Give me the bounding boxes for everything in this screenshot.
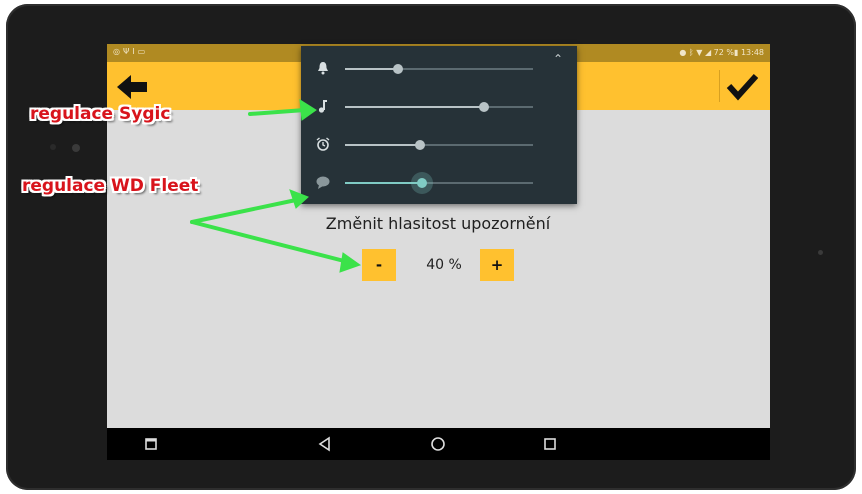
alarm-icon xyxy=(316,137,330,151)
decrease-volume-button[interactable]: - xyxy=(362,249,396,281)
usb-icon: Ψ xyxy=(122,47,133,56)
volume-panel: ⌃ xyxy=(301,46,577,204)
status-right: ● ᛒ ▼ ◢ 72 %▮ 13:48 xyxy=(679,48,764,57)
slider-thumb[interactable] xyxy=(392,64,403,74)
back-button[interactable] xyxy=(115,72,151,102)
alarm-volume-slider[interactable] xyxy=(301,126,577,164)
sensor-dot xyxy=(50,144,56,150)
slider-track xyxy=(345,102,533,112)
camera-dot xyxy=(72,144,80,152)
bluetooth-icon: ᛒ xyxy=(688,48,694,57)
media-volume-slider[interactable] xyxy=(301,88,577,126)
navigation-bar xyxy=(107,428,770,460)
battery-percent: 72 % xyxy=(713,48,734,57)
battery-icon: ▮ xyxy=(733,48,739,57)
signal-icon: ◢ xyxy=(704,48,712,57)
volume-stepper: - 40 % + xyxy=(362,249,522,281)
recents-square-icon[interactable] xyxy=(141,434,161,454)
slider-track xyxy=(345,178,533,188)
status-left-icons: ◎ΨI▭ xyxy=(113,47,148,56)
slider-fill xyxy=(345,144,421,146)
screenshot-icon: ▭ xyxy=(137,47,149,56)
speech-bubble-icon xyxy=(316,176,330,189)
location-icon: ● xyxy=(679,48,687,57)
increase-volume-button[interactable]: + xyxy=(480,249,514,281)
overview-square-icon[interactable] xyxy=(540,434,560,454)
music-note-icon xyxy=(318,100,327,113)
checkmark-icon xyxy=(726,73,759,101)
clock: 13:48 xyxy=(740,48,764,57)
volume-value: 40 % xyxy=(426,257,462,273)
home-circle-icon[interactable] xyxy=(428,434,448,454)
wifi-icon: ▼ xyxy=(696,48,703,57)
side-dot xyxy=(818,250,823,255)
notification-volume-slider[interactable] xyxy=(301,164,577,202)
slider-fill xyxy=(345,106,485,108)
ring-volume-slider[interactable] xyxy=(301,50,577,88)
callout-sygic: regulace Sygic xyxy=(30,104,171,124)
arrow-left-icon xyxy=(117,75,147,99)
callout-wd-fleet: regulace WD Fleet xyxy=(22,176,199,196)
slider-track xyxy=(345,64,533,74)
confirm-button[interactable] xyxy=(719,70,760,102)
slider-fill xyxy=(345,182,423,184)
slider-fill xyxy=(345,68,398,70)
slider-thumb[interactable] xyxy=(417,178,428,188)
back-triangle-icon[interactable] xyxy=(315,434,335,454)
slider-thumb[interactable] xyxy=(415,140,426,150)
slider-track xyxy=(345,140,533,150)
eye-icon: ◎ xyxy=(113,47,123,56)
bell-icon xyxy=(318,62,328,75)
slider-thumb[interactable] xyxy=(479,102,490,112)
notification-volume-label: Změnit hlasitost upozornění xyxy=(325,214,551,233)
